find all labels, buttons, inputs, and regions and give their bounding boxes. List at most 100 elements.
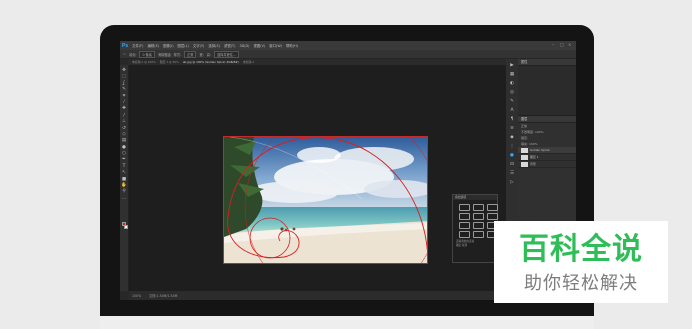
tab-document-1[interactable]: 未标题-1 @ 100% [132, 60, 156, 64]
eraser-icon[interactable]: ◇ [121, 132, 127, 137]
crop-icon[interactable]: ⌗ [121, 94, 127, 99]
swatches-icon[interactable]: ▦ [510, 72, 514, 77]
menu-type[interactable]: 文字(Y) [193, 43, 205, 48]
path-select-icon[interactable]: ↖ [121, 170, 127, 175]
info-icon[interactable]: ● [510, 153, 514, 158]
overlay-options-popup: 叠加选项 选取叠加的选项 确定 取消 [452, 194, 498, 263]
layer-row[interactable]: 背景 [518, 161, 576, 168]
libraries-icon[interactable]: ☰ [510, 171, 514, 176]
hand-icon[interactable]: ✋ [121, 183, 127, 188]
brush-icon[interactable]: ∕ [121, 113, 127, 118]
antialias-checkbox[interactable]: 消除锯齿 [158, 52, 171, 57]
preset-overlay-icon[interactable] [459, 231, 470, 238]
beach-photo-canvas[interactable] [223, 136, 428, 264]
tab-document-active[interactable]: ab.jpg @ 100% (Golden Spiral, RGB/8#) [183, 60, 239, 64]
options-bar: ▭ 羽化: 0 像素 消除锯齿 样式: 正常 宽: 高: 选择并遮住... [120, 50, 576, 59]
width-label: 宽: [199, 52, 204, 57]
watermark-subtitle: 助你轻松解决 [524, 273, 638, 294]
feather-input[interactable]: 0 像素 [139, 50, 155, 58]
stamp-icon[interactable]: ⊥ [121, 119, 127, 124]
layer-row[interactable]: Golden Spiral [518, 147, 576, 154]
styles-icon[interactable]: ◆ [510, 135, 513, 140]
actions-icon[interactable]: ▷ [510, 180, 513, 185]
watermark-badge: 百科全说 助你轻松解决 [494, 221, 668, 303]
thirds-overlay-icon[interactable] [473, 204, 484, 211]
stage: Ps 文件(F) 编辑(E) 图像(I) 图层(L) 文字(Y) 选择(S) 滤… [0, 0, 692, 329]
adjustments-icon[interactable]: ◎ [510, 90, 514, 95]
rotate-overlay-icon[interactable] [459, 222, 470, 229]
ps-logo: Ps [122, 42, 129, 49]
flip-h-overlay-icon[interactable] [473, 222, 484, 229]
minimize-icon[interactable]: – [552, 42, 554, 47]
beach-photo [224, 137, 427, 263]
layer-name: 图层 1 [530, 155, 539, 159]
menu-view[interactable]: 视图(V) [253, 43, 265, 48]
more-icon[interactable]: … [121, 196, 127, 201]
golden-spiral-overlay-icon[interactable] [487, 213, 498, 220]
move-icon[interactable]: ✥ [121, 68, 127, 73]
dodge-icon[interactable]: ○ [121, 151, 127, 156]
grid-overlay-icon[interactable] [459, 204, 470, 211]
menu-filter[interactable]: 滤镜(T) [224, 43, 236, 48]
style-select[interactable]: 正常 [184, 50, 197, 58]
background-color-swatch[interactable] [124, 225, 128, 229]
healing-icon[interactable]: ✚ [121, 106, 127, 111]
menu-3d[interactable]: 3D(D) [239, 44, 249, 48]
custom-overlay-icon[interactable] [473, 231, 484, 238]
layer-thumbnail [521, 147, 528, 153]
menu-bar: Ps 文件(F) 编辑(E) 图像(I) 图层(L) 文字(Y) 选择(S) 滤… [120, 41, 576, 50]
properties-icon[interactable]: ≡ [510, 126, 514, 131]
menu-edit[interactable]: 编辑(E) [148, 43, 160, 48]
golden-ratio-overlay-icon[interactable] [473, 213, 484, 220]
rectangle-icon[interactable]: ■ [121, 177, 127, 182]
maximize-icon[interactable]: □ [560, 42, 564, 47]
pen-icon[interactable]: ✒ [121, 157, 127, 162]
tab-document-4[interactable]: 未标题-2 [243, 60, 254, 64]
eyedropper-icon[interactable]: ⁄ [121, 100, 127, 105]
close-icon[interactable]: × [568, 42, 571, 47]
marquee-icon[interactable]: ⬚ [121, 74, 127, 79]
history-icon[interactable]: ▶ [510, 63, 513, 68]
gradient-icon[interactable]: ▤ [121, 138, 127, 143]
menu-file[interactable]: 文件(F) [132, 43, 143, 48]
marquee-icon[interactable]: ▭ [123, 52, 126, 56]
tab-document-2[interactable]: 图层 1 @ 50% [160, 60, 179, 64]
laptop-base [100, 316, 594, 329]
quick-select-icon[interactable]: ✎ [121, 87, 127, 92]
color-icon[interactable]: ◐ [510, 81, 514, 86]
height-label: 高: [206, 52, 211, 57]
menu-help[interactable]: 帮助(H) [286, 43, 298, 48]
menu-image[interactable]: 图像(I) [163, 43, 173, 48]
navigator-icon[interactable]: ⊡ [510, 162, 514, 167]
menu-layer[interactable]: 图层(L) [178, 43, 189, 48]
layer-thumbnail [521, 161, 528, 167]
channels-icon[interactable]: ⋮ [510, 144, 515, 149]
blur-icon[interactable]: ● [121, 145, 127, 150]
canvas-workarea[interactable] [129, 65, 506, 291]
zoom-icon[interactable]: ⚲ [121, 189, 127, 194]
type-icon[interactable]: T [121, 164, 127, 169]
layer-name: Golden Spiral [530, 148, 550, 152]
select-and-mask-button[interactable]: 选择并遮住... [214, 50, 239, 58]
menu-select[interactable]: 选择(S) [208, 43, 220, 48]
overlay-options-grid [453, 200, 498, 240]
zoom-level[interactable]: 100% [132, 294, 141, 298]
character-icon[interactable]: A [510, 108, 513, 113]
triangle-overlay-icon[interactable] [459, 213, 470, 220]
layer-name: 背景 [530, 162, 536, 166]
layers-panel-title[interactable]: 图层 [518, 116, 576, 123]
document-size: 文档:1.54M/1.54M [149, 294, 178, 298]
layer-row[interactable]: 图层 1 [518, 154, 576, 161]
diagonal-overlay-icon[interactable] [487, 204, 498, 211]
properties-panel-title[interactable]: 属性 [518, 59, 576, 66]
tools-panel: ✥ ⬚ ʆ ✎ ⌗ ⁄ ✚ ∕ ⊥ ↺ ◇ ▤ ● ○ ✒ T ↖ ■ ✋ ⚲ … [120, 65, 129, 291]
feather-label: 羽化: [129, 52, 137, 57]
overlay-options-buttons[interactable]: 确定 取消 [453, 244, 497, 248]
history-brush-icon[interactable]: ↺ [121, 126, 127, 131]
watermark-title: 百科全说 [519, 232, 643, 267]
paragraph-icon[interactable]: ¶ [511, 117, 514, 122]
brush-preset-icon[interactable]: ✎ [510, 99, 514, 104]
lasso-icon[interactable]: ʆ [121, 81, 127, 86]
layer-thumbnail [521, 154, 528, 160]
menu-window[interactable]: 窗口(W) [269, 43, 282, 48]
